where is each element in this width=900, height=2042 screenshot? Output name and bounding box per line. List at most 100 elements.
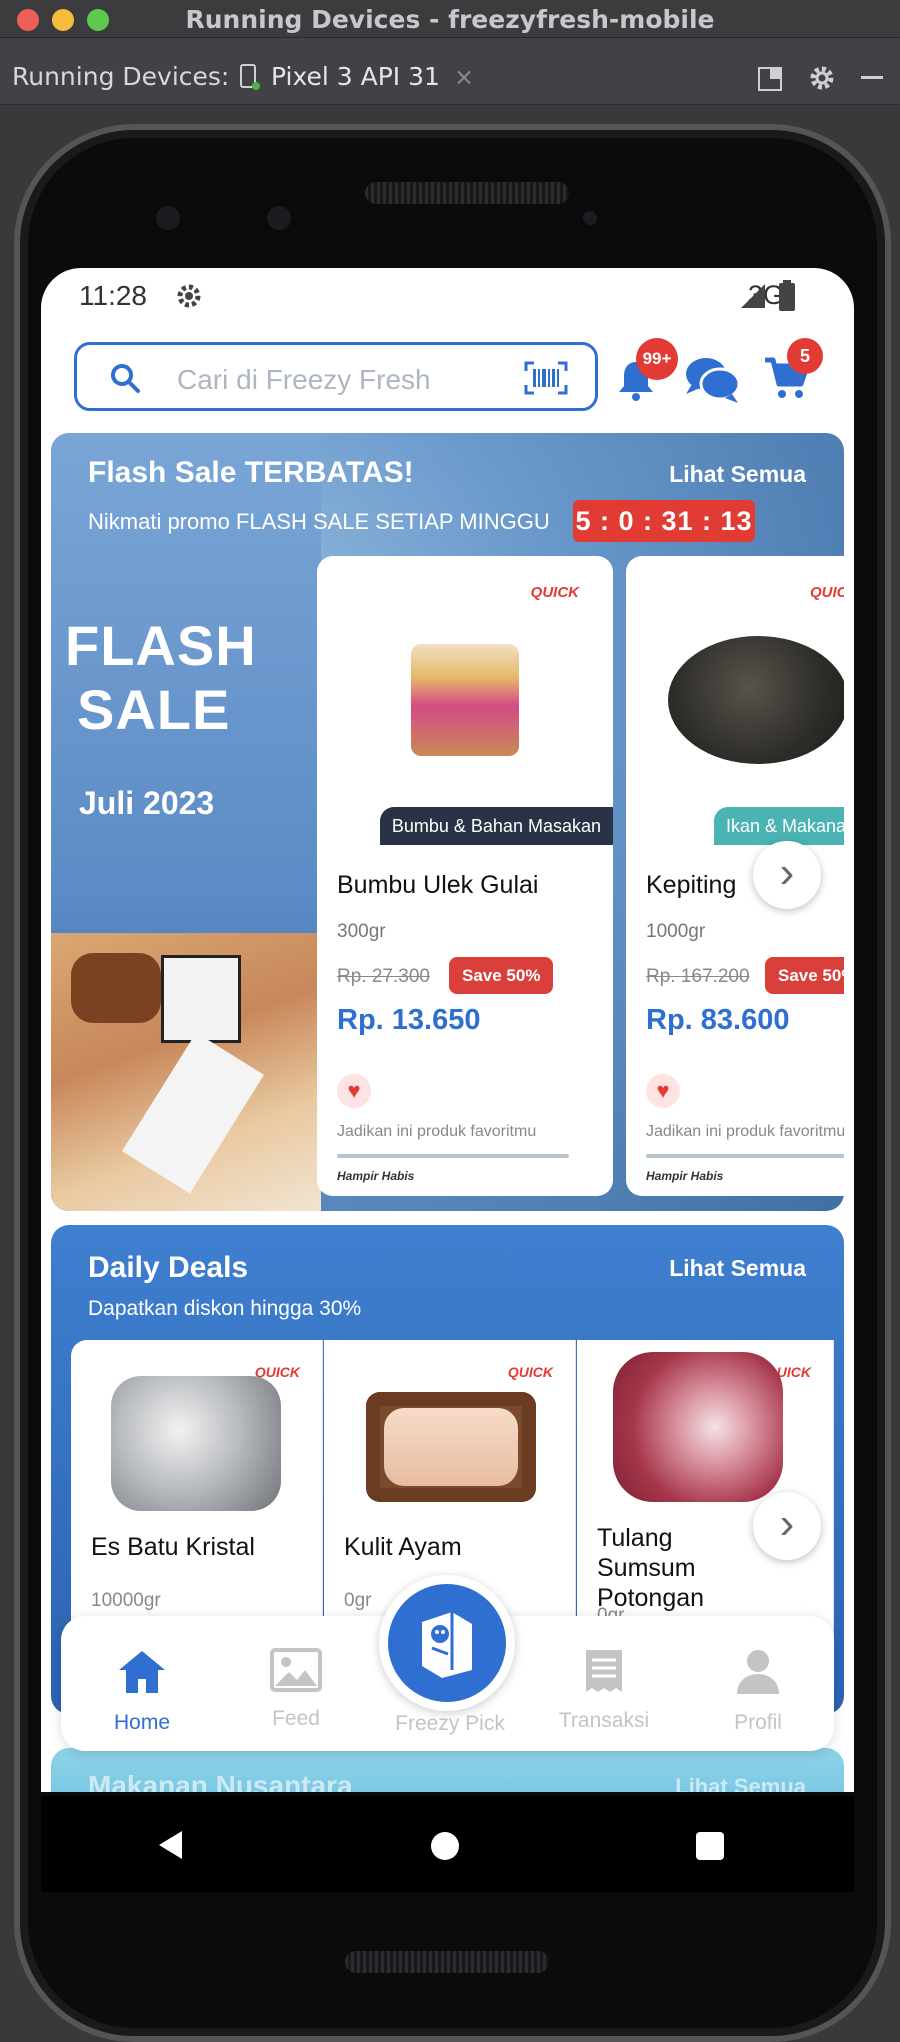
product-name: Kepiting [646, 871, 737, 899]
product-card[interactable]: QUICK Bumbu & Bahan Masakan Bumbu Ulek G… [317, 556, 613, 1196]
cart-button[interactable]: 5 [763, 338, 823, 407]
search-input[interactable]: Cari di Freezy Fresh [177, 364, 431, 396]
flash-sale-see-all-link[interactable]: Lihat Semua [669, 461, 806, 488]
home-icon [119, 1651, 165, 1693]
receipt-icon [586, 1650, 622, 1692]
device-icon [240, 63, 260, 90]
product-weight: 1000gr [646, 921, 706, 942]
nav-feed-label: Feed [272, 1707, 320, 1730]
running-devices-label: Running Devices: [12, 62, 230, 91]
flash-sale-section: FLASH SALE Juli 2023 Flash Sale TERBATAS… [51, 433, 844, 1211]
nav-profil[interactable]: Profil [693, 1648, 823, 1735]
nav-transaksi[interactable]: Transaksi [539, 1648, 669, 1733]
android-navigation-bar [41, 1796, 854, 1892]
nusantara-section: Makanan Nusantara Lihat Semua [51, 1748, 844, 1792]
product-old-price: Rp. 27.300 [337, 966, 430, 987]
window-title: Running Devices - freezyfresh-mobile [185, 5, 715, 34]
nav-freezy-pick[interactable]: Freezy Pick [385, 1712, 515, 1736]
user-icon [737, 1650, 779, 1694]
status-bar: 11:28 3G [41, 268, 854, 330]
proximity-sensor [575, 203, 605, 233]
deal-name: Kulit Ayam [344, 1533, 462, 1561]
product-image [668, 636, 844, 764]
stock-status: Hampir Habis [646, 1169, 724, 1183]
close-tab-icon[interactable]: × [454, 63, 474, 91]
flash-sale-subtitle: Nikmati promo FLASH SALE SETIAP MINGGU [88, 509, 550, 534]
flash-sale-title: Flash Sale TERBATAS! [88, 456, 414, 489]
nav-feed[interactable]: Feed [231, 1648, 361, 1731]
search-bar[interactable]: Cari di Freezy Fresh [74, 342, 598, 411]
flash-sale-countdown: 5 : 0 : 31 : 13 [573, 500, 755, 542]
favorite-text: Jadikan ini produk favoritmu [337, 1123, 537, 1140]
quick-delivery-badge: QUICK [810, 584, 844, 601]
chat-button[interactable] [684, 354, 742, 411]
product-image [366, 1392, 536, 1502]
nav-home[interactable]: Home [77, 1648, 207, 1735]
front-camera-right [259, 198, 299, 238]
banner-title-line2: SALE [77, 678, 231, 741]
chat-icon [686, 358, 741, 403]
barcode-scan-icon[interactable] [524, 361, 568, 395]
heart-icon[interactable]: ♥ [646, 1074, 680, 1108]
nusantara-title: Makanan Nusantara [88, 1770, 353, 1792]
product-weight: 300gr [337, 921, 386, 942]
favorite-text: Jadikan ini produk favoritmu [646, 1123, 844, 1140]
running-devices-toolbar: Running Devices: Pixel 3 API 31 × [0, 38, 900, 140]
nav-transaksi-label: Transaksi [558, 1709, 650, 1732]
notification-badge: 99+ [636, 338, 678, 380]
stock-status: Hampir Habis [337, 1169, 415, 1183]
daily-deals-subtitle: Dapatkan diskon hingga 30% [88, 1297, 362, 1320]
app-screen: 11:28 3G Cari di Freezy Fresh 99+ 5 FLAS… [41, 268, 854, 1792]
product-name: Bumbu Ulek Gulai [337, 871, 539, 899]
bottom-speaker [345, 1951, 549, 1973]
notification-button[interactable]: 99+ [616, 338, 678, 407]
freezy-mascot-icon [422, 1612, 472, 1678]
daily-deals-next-button[interactable]: › [753, 1492, 821, 1560]
save-badge: Save 50% [449, 957, 554, 994]
flash-sale-banner[interactable]: FLASH SALE Juli 2023 [51, 433, 321, 1211]
window-titlebar: Running Devices - freezyfresh-mobile [0, 0, 900, 38]
settings-gear-icon [177, 284, 201, 308]
stock-progress-bar [337, 1154, 569, 1158]
stock-progress-bar [646, 1154, 844, 1158]
heart-icon[interactable]: ♥ [337, 1074, 371, 1108]
minimize-panel-icon[interactable] [861, 76, 883, 79]
product-image [613, 1352, 783, 1502]
daily-deals-title: Daily Deals [88, 1251, 249, 1284]
nav-profil-label: Profil [734, 1711, 782, 1734]
nav-home-label: Home [113, 1711, 171, 1734]
image-icon [270, 1648, 322, 1692]
product-category: Bumbu & Bahan Masakan [379, 807, 613, 845]
back-icon[interactable] [158, 1830, 184, 1860]
search-icon [111, 364, 140, 393]
home-circle-icon[interactable] [431, 1832, 459, 1860]
banner-title-line1: FLASH [65, 614, 257, 677]
tab-device-label: Pixel 3 API 31 [271, 62, 440, 91]
deal-name: Tulang Sumsum Potongan [597, 1524, 705, 1612]
flash-sale-next-button[interactable]: › [753, 841, 821, 909]
banner-date: Juli 2023 [79, 785, 215, 821]
daily-deals-see-all-link[interactable]: Lihat Semua [669, 1255, 806, 1282]
product-old-price: Rp. 167.200 [646, 966, 750, 987]
status-time: 11:28 [79, 280, 147, 311]
recents-square-icon[interactable] [696, 1832, 724, 1860]
signal-icon [741, 284, 765, 308]
battery-icon [779, 280, 795, 311]
product-image [111, 1376, 281, 1511]
earpiece-speaker [365, 182, 569, 204]
freezy-pick-fab[interactable] [379, 1575, 515, 1711]
banner-food-image [51, 933, 321, 1211]
product-category: Ikan & Makanan Laut [714, 807, 844, 845]
quick-delivery-badge: QUICK [507, 1364, 553, 1380]
tab-device[interactable]: Pixel 3 API 31 × [237, 62, 474, 91]
layout-icon[interactable] [757, 66, 783, 92]
gear-icon[interactable] [808, 64, 836, 92]
nusantara-see-all-link[interactable]: Lihat Semua [675, 1774, 806, 1792]
save-badge: Save 50% [765, 957, 844, 994]
product-price: Rp. 83.600 [646, 1004, 790, 1036]
cart-badge: 5 [787, 338, 823, 374]
deal-name: Es Batu Kristal [91, 1533, 255, 1561]
nav-freezy-pick-label: Freezy Pick [395, 1712, 505, 1735]
deal-weight: 0gr [344, 1590, 372, 1611]
product-price: Rp. 13.650 [337, 1004, 481, 1036]
